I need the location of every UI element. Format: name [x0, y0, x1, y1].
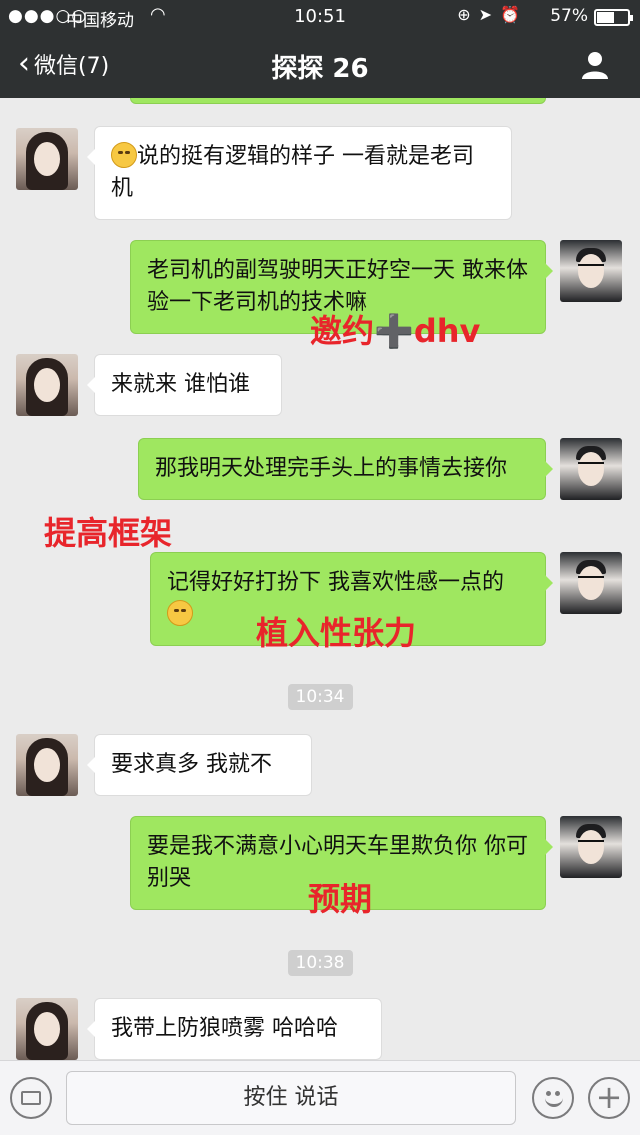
message-bubble-incoming[interactable]: 来就来 谁怕谁 — [87, 354, 282, 416]
message-text: 要求真多 我就不 — [111, 752, 272, 777]
status-icons: ⊕➤⏰ — [457, 5, 528, 24]
message-bubble-incoming[interactable]: 说的挺有逻辑的样子 一看就是老司机 — [87, 126, 512, 220]
timestamp: 10:34 — [0, 684, 640, 710]
emoji-button-icon[interactable] — [532, 1077, 574, 1119]
emoji-icon — [111, 142, 137, 168]
message-text: 那我明天处理完手头上的事情去接你 — [155, 456, 508, 481]
avatar-contact[interactable] — [16, 128, 78, 190]
avatar-self[interactable] — [560, 552, 622, 614]
message-bubble-outgoing[interactable]: 那我明天处理完手头上的事情去接你 — [138, 438, 553, 500]
person-icon[interactable] — [580, 50, 610, 80]
annotation-expectation: 预期 — [308, 880, 373, 918]
message-text: 记得好好打扮下 我喜欢性感一点的 — [167, 570, 504, 595]
battery-percent: 57% — [550, 6, 588, 26]
battery-fill — [597, 12, 614, 23]
nav-bar: ‹ 微信(7) 探探 26 — [0, 34, 640, 98]
annotation-tension: 植入性张力 — [256, 614, 417, 652]
message-bubble-partial[interactable] — [130, 98, 546, 104]
avatar-contact[interactable] — [16, 354, 78, 416]
avatar-contact[interactable] — [16, 734, 78, 796]
status-bar: ●●●○○ 中国移动 ◠ 10:51 ⊕➤⏰ 57% — [0, 0, 640, 34]
annotation-frame: 提高框架 — [44, 514, 173, 552]
message-text: 我带上防狼喷雾 哈哈哈 — [111, 1016, 338, 1041]
avatar-self[interactable] — [560, 438, 622, 500]
avatar-self[interactable] — [560, 240, 622, 302]
annotation-invite: 邀约➕dhv — [310, 312, 481, 350]
timestamp: 10:38 — [0, 950, 640, 976]
plus-icon[interactable]: + — [588, 1077, 630, 1119]
message-text: 来就来 谁怕谁 — [111, 372, 250, 397]
top-bar: ●●●○○ 中国移动 ◠ 10:51 ⊕➤⏰ 57% ‹ 微信(7) 探探 26 — [0, 0, 640, 98]
input-bar: 按住 说话 + — [0, 1060, 640, 1135]
chat-title: 探探 26 — [271, 54, 369, 84]
message-text: 说的挺有逻辑的样子 一看就是老司机 — [111, 144, 474, 201]
keyboard-icon[interactable] — [10, 1077, 52, 1119]
hold-to-talk-button[interactable]: 按住 说话 — [66, 1071, 516, 1125]
avatar-contact[interactable] — [16, 998, 78, 1060]
message-bubble-incoming[interactable]: 我带上防狼喷雾 哈哈哈 — [87, 998, 382, 1060]
battery-icon — [594, 9, 633, 26]
avatar-self[interactable] — [560, 816, 622, 878]
message-bubble-incoming[interactable]: 要求真多 我就不 — [87, 734, 312, 796]
chat-area[interactable]: 说的挺有逻辑的样子 一看就是老司机 老司机的副驾驶明天正好空一天 敢来体验一下老… — [0, 98, 640, 1060]
status-time: 10:51 — [294, 6, 346, 27]
emoji-icon — [167, 600, 193, 626]
